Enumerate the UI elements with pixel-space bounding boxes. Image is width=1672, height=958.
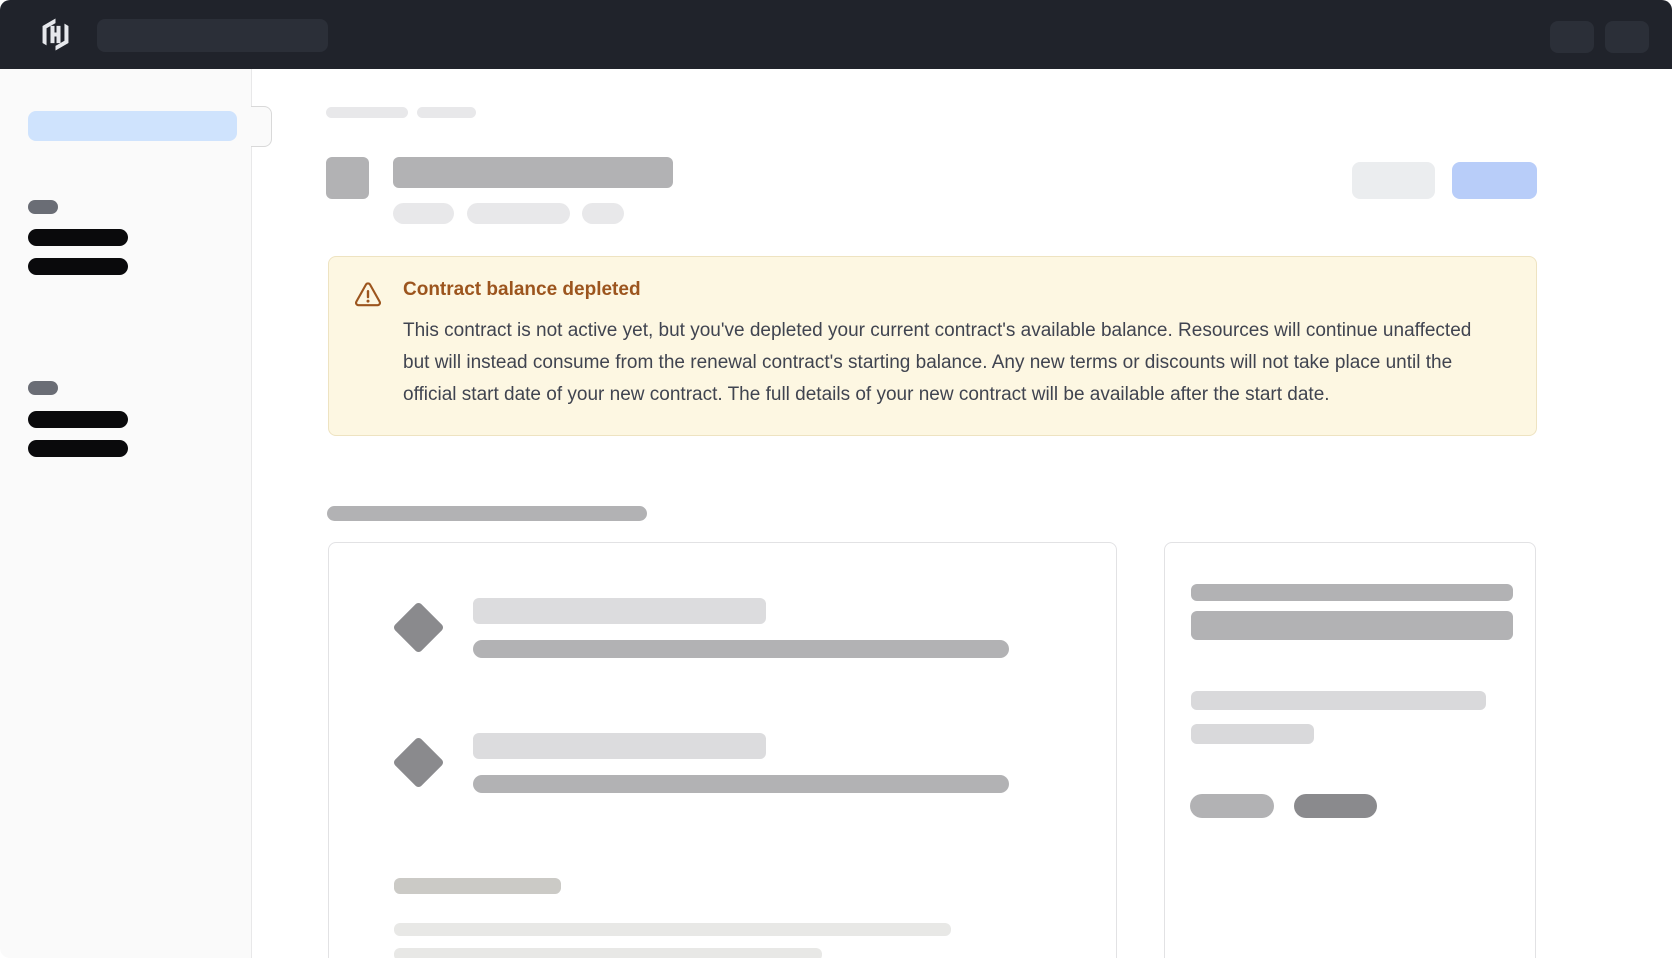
alert-text-block: Contract balance depleted This contract …	[403, 275, 1495, 411]
diamond-icon	[392, 736, 444, 788]
card-footer-line	[394, 948, 822, 958]
list-card	[328, 542, 1117, 958]
top-navigation-bar	[0, 0, 1672, 69]
topbar-user-menu-button[interactable]	[1605, 21, 1649, 53]
breadcrumb-item[interactable]	[417, 107, 476, 118]
topbar-help-button[interactable]	[1550, 21, 1594, 53]
summary-title-line	[1191, 584, 1513, 601]
list-item-title	[473, 598, 766, 624]
summary-detail-line	[1191, 691, 1486, 710]
card-footer-line	[394, 923, 951, 936]
warning-triangle-icon	[353, 280, 383, 310]
alert-body: This contract is not active yet, but you…	[403, 315, 1495, 411]
app-window: Contract balance depleted This contract …	[0, 0, 1672, 958]
sidebar-item[interactable]	[28, 440, 128, 457]
summary-primary-button[interactable]	[1294, 794, 1377, 818]
section-title	[327, 506, 647, 521]
status-badge	[393, 203, 454, 224]
card-footer-label	[394, 878, 561, 894]
summary-detail-line	[1191, 724, 1314, 744]
primary-action-button[interactable]	[1452, 162, 1537, 199]
hashicorp-logo-icon	[37, 16, 74, 53]
status-badge	[582, 203, 624, 224]
summary-card	[1164, 542, 1536, 958]
secondary-action-button[interactable]	[1352, 162, 1435, 199]
sidebar	[0, 69, 252, 958]
contract-warning-alert: Contract balance depleted This contract …	[328, 256, 1537, 436]
sidebar-item[interactable]	[28, 411, 128, 428]
global-search-input[interactable]	[97, 19, 328, 52]
breadcrumb-item[interactable]	[326, 107, 408, 118]
summary-value-line	[1191, 611, 1513, 640]
main-content: Contract balance depleted This contract …	[253, 69, 1672, 958]
sidebar-item[interactable]	[28, 258, 128, 275]
sidebar-section-label	[28, 381, 58, 395]
list-item-subtitle	[473, 775, 1009, 793]
sidebar-section-label	[28, 200, 58, 214]
list-item-title	[473, 733, 766, 759]
sidebar-item[interactable]	[28, 229, 128, 246]
page-icon	[326, 157, 369, 199]
diamond-icon	[392, 601, 444, 653]
summary-secondary-button[interactable]	[1190, 794, 1274, 818]
page-title	[393, 157, 673, 188]
alert-title: Contract balance depleted	[403, 275, 1495, 305]
sidebar-collapse-toggle[interactable]	[251, 106, 272, 147]
sidebar-active-item[interactable]	[28, 111, 237, 141]
list-item-subtitle	[473, 640, 1009, 658]
status-badge	[467, 203, 570, 224]
